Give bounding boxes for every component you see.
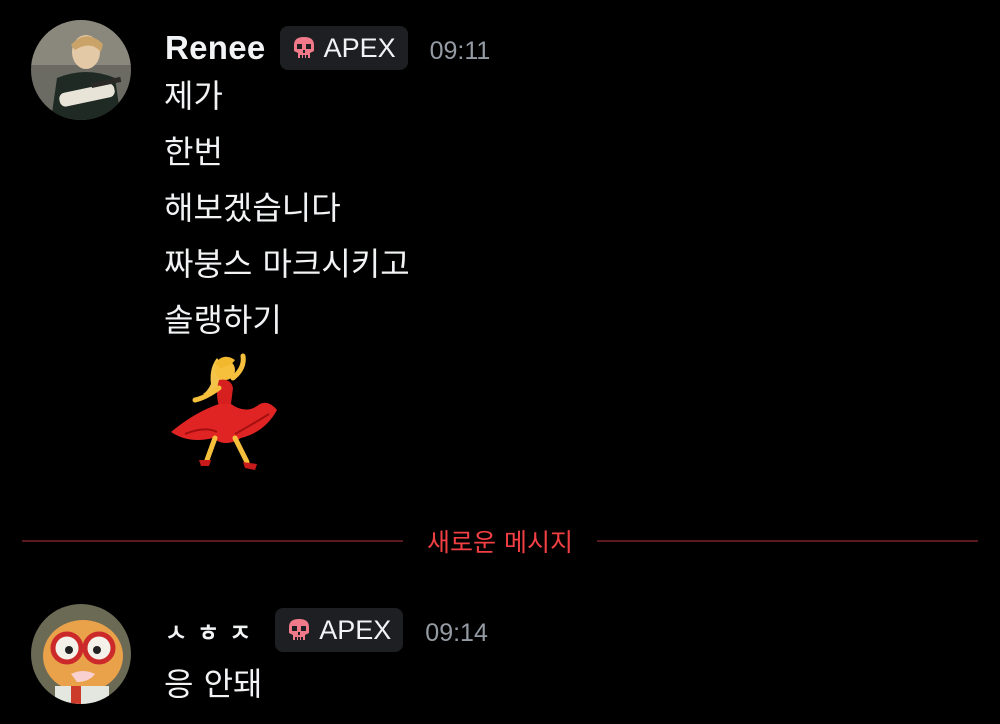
timestamp: 09:11 [429, 36, 491, 65]
username[interactable]: Renee [165, 29, 266, 67]
message-line: 해보겠습니다 [164, 189, 341, 227]
role-tag-label: APEX [323, 32, 396, 63]
role-tag[interactable]: APEX [275, 608, 404, 652]
message-header: ㅅㅎㅈ APEX 09:14 [165, 606, 488, 654]
username[interactable]: ㅅㅎㅈ [165, 613, 261, 648]
message-body: 응 안돼 [164, 656, 263, 712]
new-messages-label: 새로운 메시지 [427, 528, 573, 557]
divider-line-left [22, 540, 404, 542]
message-line: 제가 [164, 77, 223, 115]
role-tag-label: APEX [319, 614, 392, 645]
message-1: Renee APEX 09:11 제가 한번 해보겠습니다 짜붕스 마크시키고 … [0, 0, 1000, 480]
message-line: 응 안돼 [164, 665, 263, 703]
woman-dancing-emoji[interactable] [165, 348, 283, 476]
user-avatar-shj[interactable] [31, 604, 131, 704]
message-2: ㅅㅎㅈ APEX 09:14 응 안돼 [0, 590, 1000, 724]
message-line: 한번 [164, 133, 223, 171]
message-body: 제가 한번 해보겠습니다 짜붕스 마크시키고 솔랭하기 [164, 68, 410, 348]
role-tag[interactable]: APEX [279, 26, 408, 70]
skull-icon [289, 619, 310, 640]
message-header: Renee APEX 09:11 [165, 24, 490, 72]
new-messages-divider: 새로운 메시지 [22, 520, 979, 562]
skull-icon [293, 37, 314, 58]
message-line: 솔랭하기 [164, 301, 282, 339]
divider-line-right [596, 540, 979, 542]
user-avatar-renee[interactable] [31, 20, 131, 120]
message-line: 짜붕스 마크시키고 [164, 245, 410, 283]
timestamp: 09:14 [425, 618, 488, 647]
